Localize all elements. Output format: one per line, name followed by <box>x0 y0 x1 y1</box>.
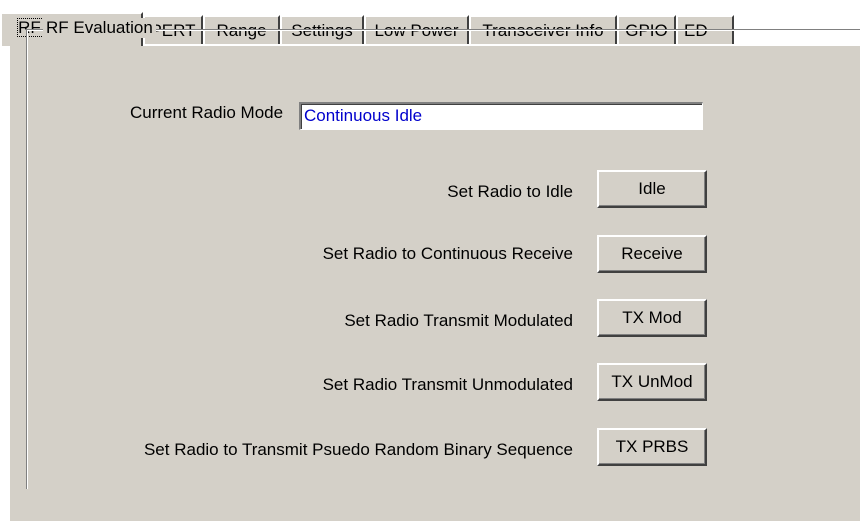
current-radio-mode-field[interactable]: Continuous Idle <box>299 102 703 130</box>
rf-evaluation-window: RF Evaluation PERT Range Settings Low Po… <box>0 0 860 521</box>
current-radio-mode-label: Current Radio Mode <box>130 103 284 122</box>
set-idle-description: Set Radio to Idle <box>447 182 573 201</box>
idle-button[interactable]: Idle <box>597 170 707 208</box>
tx-mod-button[interactable]: TX Mod <box>597 299 707 337</box>
set-tx-prbs-description: Set Radio to Transmit Psuedo Random Bina… <box>143 440 573 459</box>
set-receive-description: Set Radio to Continuous Receive <box>322 244 573 263</box>
receive-button[interactable]: Receive <box>597 235 707 273</box>
tx-unmod-button[interactable]: TX UnMod <box>597 363 707 401</box>
groupbox-title: RF Evaluation <box>43 18 156 38</box>
set-tx-mod-description: Set Radio Transmit Modulated <box>344 311 573 330</box>
set-tx-unmod-description: Set Radio Transmit Unmodulated <box>322 375 573 394</box>
tx-prbs-button[interactable]: TX PRBS <box>597 428 707 466</box>
